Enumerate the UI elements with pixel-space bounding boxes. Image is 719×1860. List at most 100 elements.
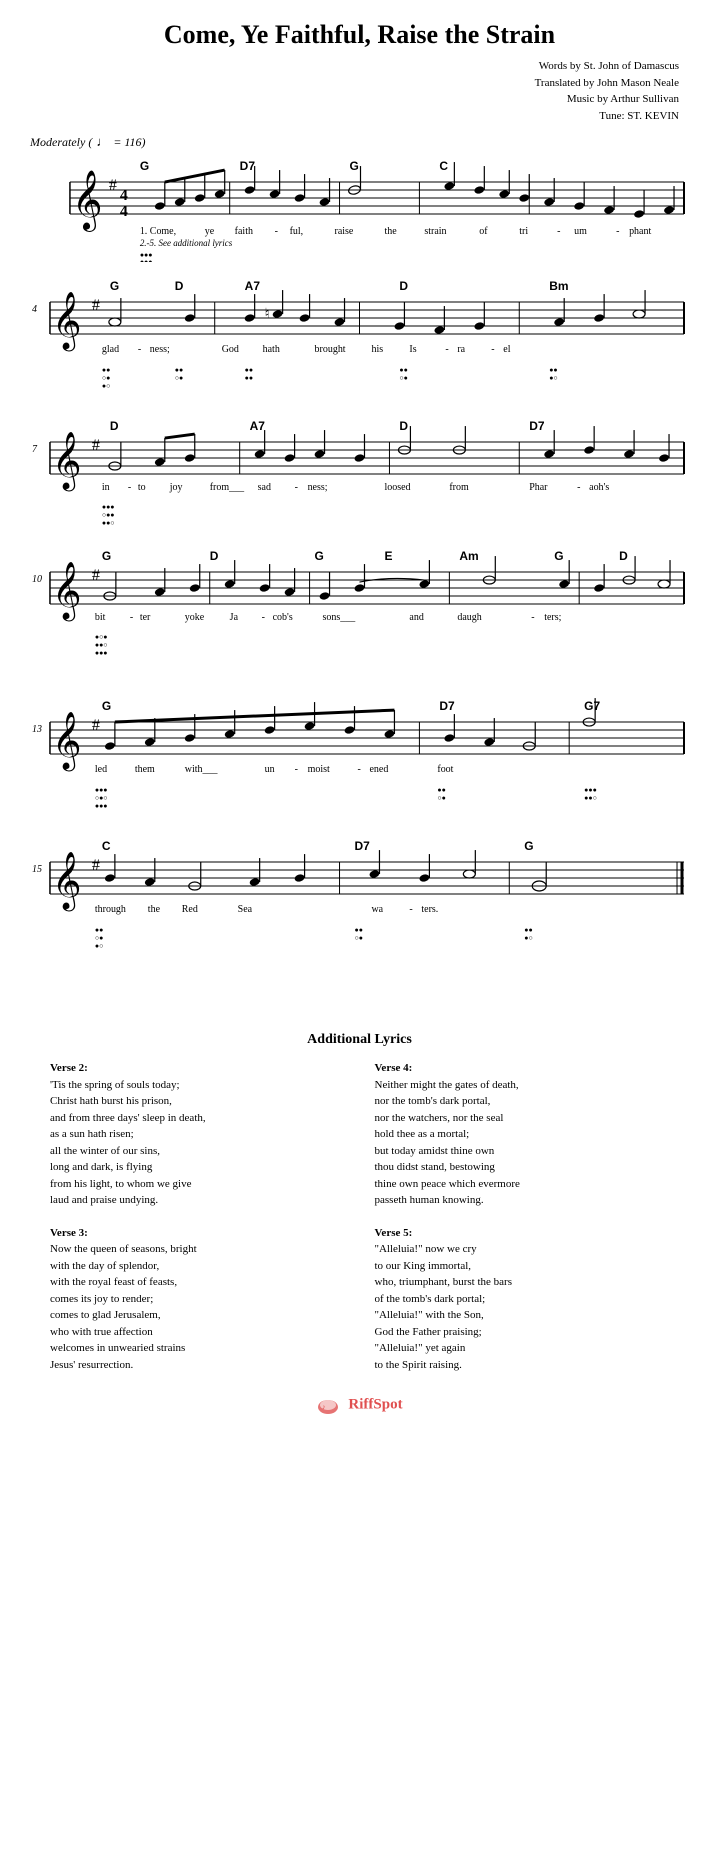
svg-text:○●: ○●	[175, 374, 183, 382]
svg-text:#: #	[92, 567, 100, 584]
svg-text:●●: ●●	[245, 366, 253, 374]
tempo-note-icon: ♩	[96, 134, 109, 150]
svg-text:●●○: ●●○	[102, 519, 115, 527]
svg-text:wa: wa	[371, 904, 383, 915]
svg-text:with___: with___	[185, 764, 219, 775]
staff-section-2: 4 𝄞 # G D A7 D Bm	[30, 272, 689, 402]
verse-2-line-3: and from three days' sleep in death,	[50, 1110, 345, 1127]
additional-lyrics-section: Additional Lyrics Verse 2: 'Tis the spri…	[30, 1032, 689, 1373]
svg-text:-: -	[616, 226, 619, 237]
svg-text:C: C	[439, 159, 448, 173]
svg-text:2.-5. See additional lyrics: 2.-5. See additional lyrics	[140, 238, 233, 248]
verse-5-line-3: who, triumphant, burst the bars	[375, 1274, 670, 1291]
svg-text:E: E	[384, 549, 392, 563]
svg-text:to: to	[138, 482, 146, 493]
svg-text:them: them	[135, 764, 155, 775]
svg-text:Bm: Bm	[549, 279, 568, 293]
svg-text:from: from	[449, 482, 469, 493]
svg-text:foot: foot	[437, 764, 453, 775]
svg-text:glad: glad	[102, 344, 119, 355]
svg-text:tri: tri	[519, 226, 528, 237]
svg-text:●●: ●●	[102, 366, 110, 374]
svg-text:G: G	[102, 699, 111, 713]
svg-text:●○: ●○	[524, 934, 532, 942]
svg-text:God: God	[222, 344, 239, 355]
svg-text:-: -	[445, 344, 448, 355]
verse-4-line-3: nor the watchers, nor the seal	[375, 1110, 670, 1127]
verses-grid: Verse 2: 'Tis the spring of souls today;…	[50, 1060, 669, 1373]
svg-text:10: 10	[32, 574, 42, 585]
svg-text:the: the	[148, 904, 161, 915]
svg-text:13: 13	[32, 724, 42, 735]
verse-5-line-2: to our King immortal,	[375, 1258, 670, 1275]
svg-text:-: -	[262, 612, 265, 623]
staff-section-6: 15 𝄞 # C D7 G	[30, 832, 689, 962]
svg-text:𝄞: 𝄞	[52, 292, 81, 352]
tempo-bpm: = 116)	[113, 135, 145, 150]
svg-text:●●○: ●●○	[584, 794, 597, 802]
svg-text:G: G	[524, 839, 533, 853]
svg-text:raise: raise	[335, 226, 354, 237]
svg-text:Red: Red	[182, 904, 198, 915]
svg-text:Phar: Phar	[529, 482, 548, 493]
svg-text:#: #	[92, 437, 100, 454]
svg-text:hath: hath	[263, 344, 280, 355]
svg-text:4: 4	[32, 304, 37, 315]
svg-text:#: #	[109, 177, 117, 194]
footer-logo: ♪ RiffSpot	[30, 1393, 689, 1417]
svg-text:●●●: ●●●	[584, 786, 597, 794]
verse-2-line-1: 'Tis the spring of souls today;	[50, 1077, 345, 1094]
svg-text:-: -	[358, 764, 361, 775]
svg-text:moist: moist	[308, 764, 330, 775]
svg-text:faith: faith	[235, 226, 253, 237]
svg-text:4: 4	[120, 187, 128, 204]
verse-3-line-3: with the royal feast of feasts,	[50, 1274, 345, 1291]
svg-text:ye: ye	[205, 226, 215, 237]
verse-3-line-6: who with true affection	[50, 1324, 345, 1341]
verse-4-line-6: thou didst stand, bestowing	[375, 1159, 670, 1176]
verse-5-line-7: "Alleluia!" yet again	[375, 1340, 670, 1357]
verse-2-line-5: all the winter of our sins,	[50, 1143, 345, 1160]
svg-text:D7: D7	[439, 699, 455, 713]
svg-text:the: the	[384, 226, 397, 237]
verse-5-line-5: "Alleluia!" with the Son,	[375, 1307, 670, 1324]
song-title: Come, Ye Faithful, Raise the Strain	[30, 20, 689, 50]
verse-2-line-2: Christ hath burst his prison,	[50, 1093, 345, 1110]
svg-text:phant: phant	[629, 226, 651, 237]
verse-2-title: Verse 2:	[50, 1060, 345, 1077]
staff-section-5: 13 𝄞 # G D7 G7	[30, 692, 689, 822]
svg-text:loosed: loosed	[384, 482, 410, 493]
svg-text:D: D	[399, 419, 408, 433]
svg-text:from___: from___	[210, 482, 245, 493]
svg-text:○●●: ○●●	[102, 511, 115, 519]
svg-text:15: 15	[32, 864, 42, 875]
svg-text:D7: D7	[240, 159, 256, 173]
svg-text:Is: Is	[409, 344, 416, 355]
svg-text:brought: brought	[315, 344, 346, 355]
svg-text:ters;: ters;	[544, 612, 561, 623]
svg-text:un: un	[265, 764, 275, 775]
svg-text:𝄞: 𝄞	[52, 562, 81, 622]
svg-text:ra: ra	[457, 344, 465, 355]
attribution: Words by St. John of Damascus Translated…	[30, 58, 689, 124]
svg-text:●●: ●●	[175, 366, 183, 374]
svg-text:and: and	[409, 612, 423, 623]
treble-clef-1: 𝄞	[72, 170, 103, 232]
svg-text:○●: ○●	[399, 374, 407, 382]
svg-text:●●: ●●	[549, 366, 557, 374]
svg-text:bit: bit	[95, 612, 106, 623]
svg-text:●●: ●●	[355, 926, 363, 934]
svg-text:G: G	[315, 549, 324, 563]
svg-text:G7: G7	[584, 699, 600, 713]
svg-text:●●: ●●	[524, 926, 532, 934]
svg-text:#: #	[92, 857, 100, 874]
svg-text:●○: ●○	[102, 382, 110, 390]
svg-text:his: his	[371, 344, 383, 355]
page: Come, Ye Faithful, Raise the Strain Word…	[0, 0, 719, 1457]
svg-text:G: G	[110, 279, 119, 293]
verse-3-line-1: Now the queen of seasons, bright	[50, 1241, 345, 1258]
verse-4-line-5: but today amidst thine own	[375, 1143, 670, 1160]
attribution-line4: Tune: ST. KEVIN	[30, 108, 679, 125]
svg-text:cob's: cob's	[273, 612, 293, 623]
attribution-line2: Translated by John Mason Neale	[30, 75, 679, 92]
